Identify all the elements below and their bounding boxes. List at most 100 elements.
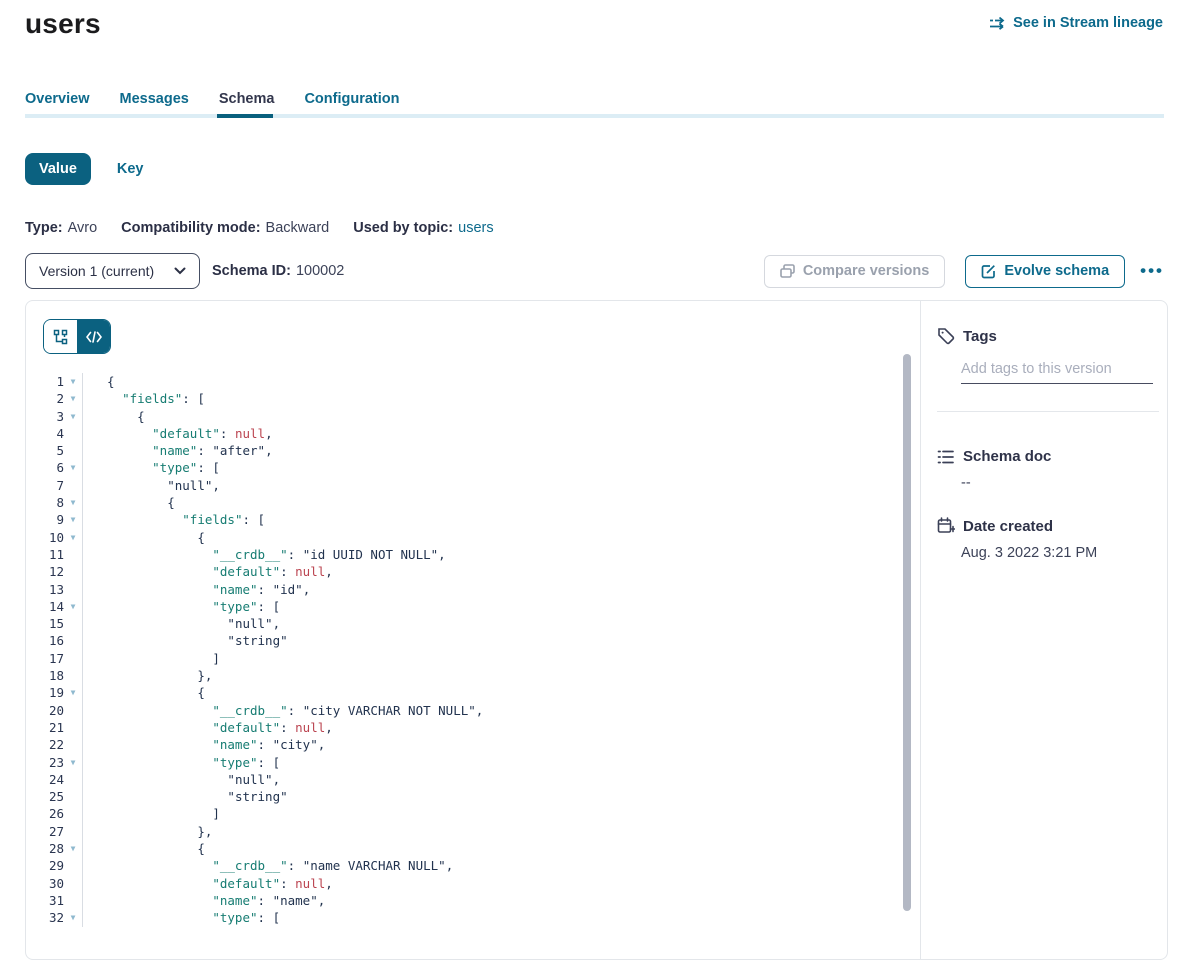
schema-id-field: Schema ID:100002 [212, 263, 344, 279]
tab-schema[interactable]: Schema [219, 91, 275, 107]
fold-gutter [64, 702, 83, 719]
code-line: 9▼ "fields": [ [26, 511, 906, 528]
line-number: 1 [26, 373, 64, 390]
code-text: "string" [83, 788, 288, 805]
line-number: 27 [26, 823, 64, 840]
editor-view-toggle [43, 319, 111, 354]
code-text: "name": "after", [83, 442, 273, 459]
line-number: 31 [26, 892, 64, 909]
schema-json-editor[interactable]: 1▼{2▼ "fields": [3▼ {4 "default": null,5… [26, 373, 906, 927]
tag-icon [937, 327, 955, 345]
schema-panel: 1▼{2▼ "fields": [3▼ {4 "default": null,5… [25, 300, 1168, 960]
stream-lineage-link[interactable]: See in Stream lineage [989, 15, 1163, 31]
code-line: 24 "null", [26, 771, 906, 788]
fold-toggle-icon[interactable]: ▼ [64, 529, 83, 546]
sidebar-divider [937, 411, 1159, 412]
fold-gutter [64, 736, 83, 753]
code-text: "default": null, [83, 875, 333, 892]
schema-code-pane: 1▼{2▼ "fields": [3▼ {4 "default": null,5… [26, 301, 921, 959]
line-number: 21 [26, 719, 64, 736]
code-line: 31 "name": "name", [26, 892, 906, 909]
fold-toggle-icon[interactable]: ▼ [64, 598, 83, 615]
fold-toggle-icon[interactable]: ▼ [64, 909, 83, 926]
schema-doc-section-header: Schema doc [937, 448, 1167, 465]
fold-toggle-icon[interactable]: ▼ [64, 754, 83, 771]
fold-toggle-icon[interactable]: ▼ [64, 840, 83, 857]
code-line: 11 "__crdb__": "id UUID NOT NULL", [26, 546, 906, 563]
code-line: 22 "name": "city", [26, 736, 906, 753]
code-text: "type": [ [83, 598, 280, 615]
line-number: 5 [26, 442, 64, 459]
tab-bar: Overview Messages Schema Configuration [25, 91, 400, 107]
compare-versions-button[interactable]: Compare versions [764, 255, 946, 288]
line-number: 3 [26, 408, 64, 425]
line-number: 9 [26, 511, 64, 528]
code-line: 14▼ "type": [ [26, 598, 906, 615]
code-text: "name": "city", [83, 736, 325, 753]
topic-link[interactable]: users [458, 220, 493, 236]
key-toggle-button[interactable]: Key [117, 161, 144, 177]
line-number: 2 [26, 390, 64, 407]
line-number: 7 [26, 477, 64, 494]
line-number: 23 [26, 754, 64, 771]
line-number: 11 [26, 546, 64, 563]
code-line: 27 }, [26, 823, 906, 840]
code-line: 26 ] [26, 805, 906, 822]
code-line: 5 "name": "after", [26, 442, 906, 459]
code-line: 7 "null", [26, 477, 906, 494]
code-text: "null", [83, 615, 280, 632]
add-tags-input[interactable] [961, 361, 1153, 384]
fold-gutter [64, 546, 83, 563]
line-number: 4 [26, 425, 64, 442]
tree-view-button[interactable] [44, 320, 77, 353]
code-line: 23▼ "type": [ [26, 754, 906, 771]
line-number: 8 [26, 494, 64, 511]
version-dropdown[interactable]: Version 1 (current) [25, 253, 200, 289]
code-text: { [83, 494, 175, 511]
fold-toggle-icon[interactable]: ▼ [64, 494, 83, 511]
fold-toggle-icon[interactable]: ▼ [64, 459, 83, 476]
code-text: "type": [ [83, 459, 220, 476]
code-line: 8▼ { [26, 494, 906, 511]
used-by-topic-field: Used by topic:users [353, 220, 493, 236]
fold-gutter [64, 788, 83, 805]
fold-gutter [64, 650, 83, 667]
chevron-down-icon [174, 267, 186, 275]
fold-gutter [64, 477, 83, 494]
code-text: }, [83, 667, 212, 684]
fold-gutter [64, 771, 83, 788]
more-actions-button[interactable]: ••• [1140, 261, 1164, 281]
code-line: 25 "string" [26, 788, 906, 805]
date-created-value: Aug. 3 2022 3:21 PM [961, 545, 1167, 561]
line-number: 29 [26, 857, 64, 874]
tab-messages[interactable]: Messages [120, 91, 189, 107]
fold-gutter [64, 719, 83, 736]
fold-toggle-icon[interactable]: ▼ [64, 390, 83, 407]
fold-toggle-icon[interactable]: ▼ [64, 684, 83, 701]
fold-gutter [64, 875, 83, 892]
code-text: "name": "name", [83, 892, 325, 909]
fold-toggle-icon[interactable]: ▼ [64, 511, 83, 528]
code-line: 32▼ "type": [ [26, 909, 906, 926]
code-text: "fields": [ [83, 390, 205, 407]
fold-gutter [64, 892, 83, 909]
line-number: 6 [26, 459, 64, 476]
fold-toggle-icon[interactable]: ▼ [64, 408, 83, 425]
evolve-schema-button[interactable]: Evolve schema [965, 255, 1125, 288]
code-view-button[interactable] [77, 320, 110, 353]
code-text: { [83, 529, 205, 546]
editor-scrollbar[interactable] [903, 354, 911, 911]
tab-configuration[interactable]: Configuration [304, 91, 399, 107]
tree-view-icon [53, 329, 69, 345]
code-text: "__crdb__": "city VARCHAR NOT NULL", [83, 702, 483, 719]
tab-overview[interactable]: Overview [25, 91, 90, 107]
fold-toggle-icon[interactable]: ▼ [64, 373, 83, 390]
fold-gutter [64, 615, 83, 632]
date-created-section-header: Date created [937, 517, 1167, 535]
line-number: 15 [26, 615, 64, 632]
schema-sidebar: Tags Schema doc -- Date created [921, 301, 1167, 959]
code-text: }, [83, 823, 212, 840]
code-line: 16 "string" [26, 632, 906, 649]
code-line: 3▼ { [26, 408, 906, 425]
value-toggle-button[interactable]: Value [25, 153, 91, 185]
